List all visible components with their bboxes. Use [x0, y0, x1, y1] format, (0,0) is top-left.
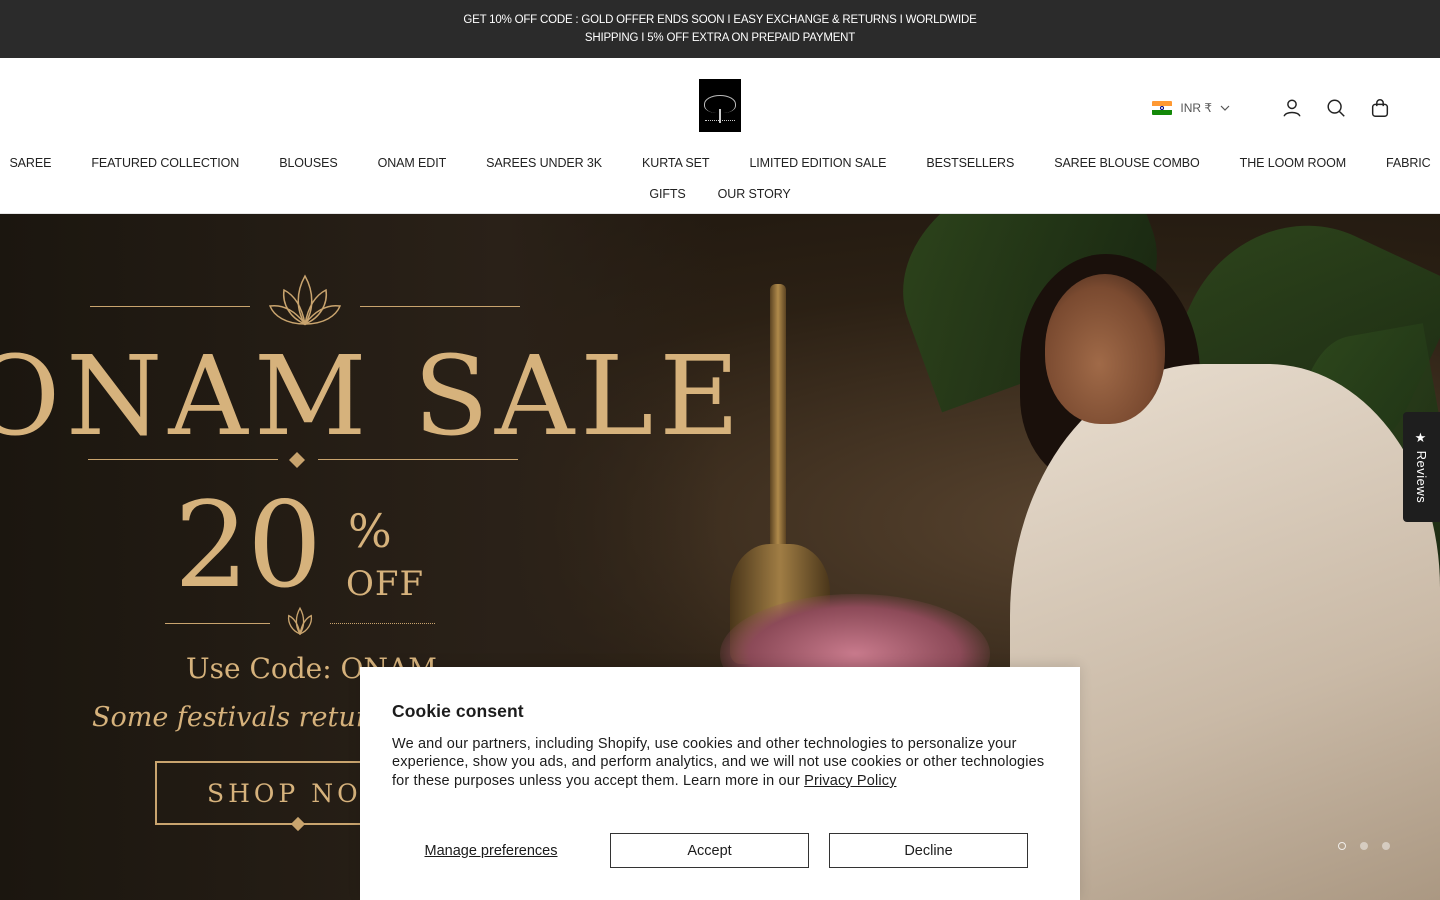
slide-dot-1[interactable] [1338, 842, 1346, 850]
ornament-line [360, 306, 520, 307]
model-face [1045, 274, 1165, 424]
main-navigation: SAREE FEATURED COLLECTION BLOUSES ONAM E… [0, 152, 1440, 205]
nav-item-kurta-set[interactable]: KURTA SET [642, 156, 710, 170]
cookie-title: Cookie consent [392, 701, 524, 721]
privacy-policy-link[interactable]: Privacy Policy [804, 773, 896, 789]
ornament-line [165, 623, 270, 624]
account-icon[interactable] [1280, 96, 1304, 120]
nav-item-limited-edition-sale[interactable]: LIMITED EDITION SALE [749, 156, 886, 170]
small-lotus-icon [287, 606, 313, 636]
announcement-bar: GET 10% OFF CODE : GOLD OFFER ENDS SOON … [0, 0, 1440, 58]
nav-item-gifts[interactable]: GIFTS [649, 187, 685, 201]
lotus-icon [268, 274, 342, 326]
ornament-line [318, 459, 518, 460]
nav-item-the-loom-room[interactable]: THE LOOM ROOM [1240, 156, 1346, 170]
reviews-tab-label: ★ Reviews [1414, 430, 1429, 504]
cookie-body: We and our partners, including Shopify, … [392, 735, 1048, 790]
manage-preferences-link[interactable]: Manage preferences [392, 833, 590, 868]
percent-sign: % [348, 504, 392, 558]
slideshow-dots [1338, 842, 1390, 850]
cookie-actions: Manage preferences Accept Decline [392, 833, 1048, 868]
logo-mark [699, 79, 741, 132]
nav-item-bestsellers[interactable]: BESTSELLERS [926, 156, 1014, 170]
cookie-consent-dialog: Cookie consent We and our partners, incl… [360, 667, 1080, 900]
chevron-down-icon [1220, 105, 1230, 111]
nav-row-2: GIFTS OUR STORY [0, 183, 1440, 205]
slide-dot-3[interactable] [1382, 842, 1390, 850]
site-header: INR ₹ SAREE FEATURED COLLECTION BLOUSES … [0, 58, 1440, 214]
nav-item-onam-edit[interactable]: ONAM EDIT [378, 156, 447, 170]
accept-button[interactable]: Accept [610, 833, 809, 868]
diamond-ornament-icon [289, 452, 305, 468]
ornament-line [330, 623, 435, 624]
sale-title: ONAM SALE [0, 332, 746, 460]
currency-label: INR ₹ [1180, 101, 1212, 115]
nav-item-saree-blouse-combo[interactable]: SAREE BLOUSE COMBO [1054, 156, 1200, 170]
announcement-text: GET 10% OFF CODE : GOLD OFFER ENDS SOON … [463, 14, 977, 44]
cookie-body-text: We and our partners, including Shopify, … [392, 736, 1045, 789]
india-flag-icon [1152, 101, 1173, 115]
nav-item-sarees-under-3k[interactable]: SAREES UNDER 3K [486, 156, 602, 170]
ornament-line [88, 459, 278, 460]
currency-selector[interactable]: INR ₹ [1152, 101, 1230, 115]
nav-item-blouses[interactable]: BLOUSES [279, 156, 337, 170]
discount-percent: 20 [174, 476, 322, 614]
header-tools: INR ₹ [1152, 96, 1392, 120]
brass-lamp [770, 284, 786, 584]
slide-dot-2[interactable] [1360, 842, 1368, 850]
off-label: OFF [346, 564, 425, 604]
cart-icon[interactable] [1368, 96, 1392, 120]
decline-button[interactable]: Decline [829, 833, 1028, 868]
nav-item-featured-collection[interactable]: FEATURED COLLECTION [91, 156, 239, 170]
nav-item-fabric[interactable]: FABRIC [1386, 156, 1431, 170]
brand-logo[interactable] [686, 78, 754, 136]
nav-item-saree[interactable]: SAREE [9, 156, 51, 170]
ornament-line [90, 306, 250, 307]
nav-item-our-story[interactable]: OUR STORY [718, 187, 791, 201]
diamond-ornament-icon [290, 816, 306, 832]
nav-row-1: SAREE FEATURED COLLECTION BLOUSES ONAM E… [0, 152, 1440, 174]
search-icon[interactable] [1324, 96, 1348, 120]
reviews-tab[interactable]: ★ Reviews [1403, 412, 1440, 522]
